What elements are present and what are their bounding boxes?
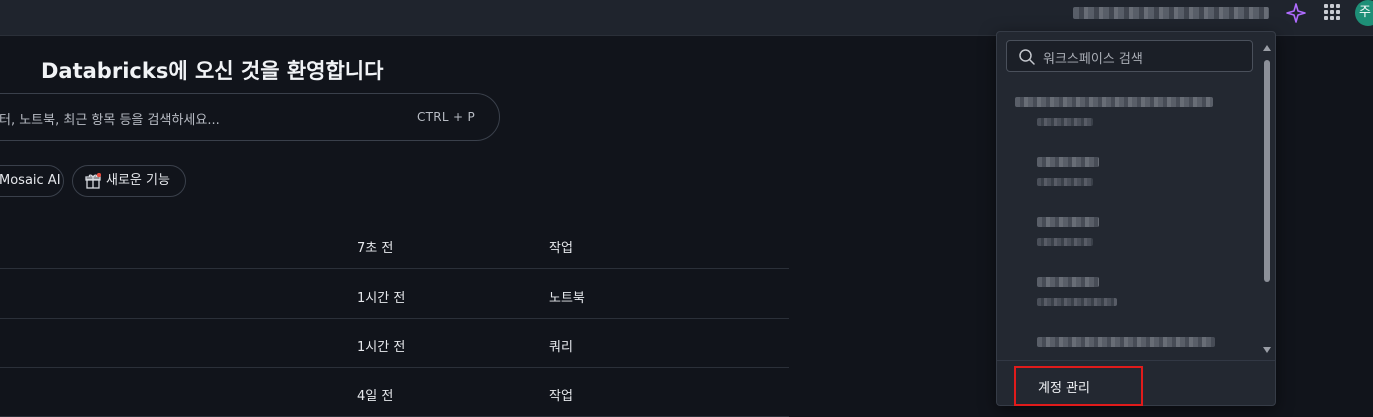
workspace-item[interactable] bbox=[997, 332, 1259, 358]
table-row[interactable]: 7초 전 작업 bbox=[0, 220, 789, 269]
row-type: 작업 bbox=[549, 389, 573, 404]
manage-account-label: 계정 관리 bbox=[1038, 381, 1090, 396]
redacted-workspace-name bbox=[1037, 277, 1099, 287]
search-icon bbox=[1019, 49, 1035, 65]
manage-account-button[interactable]: 계정 관리 bbox=[1014, 366, 1143, 406]
row-time: 1시간 전 bbox=[357, 340, 406, 355]
row-time: 1시간 전 bbox=[357, 291, 406, 306]
whats-new-chip[interactable]: 새로운 기능 bbox=[72, 165, 186, 197]
redacted-workspace-region bbox=[1037, 298, 1117, 306]
workspace-search-placeholder: 워크스페이스 검색 bbox=[1043, 52, 1143, 67]
sparkle-icon[interactable] bbox=[1286, 3, 1306, 23]
mosaic-ai-chip[interactable]: Mosaic AI bbox=[0, 165, 64, 197]
scroll-down-icon[interactable] bbox=[1263, 347, 1271, 353]
redacted-workspace-name bbox=[1015, 97, 1213, 107]
redacted-workspace-region bbox=[1037, 118, 1093, 126]
row-type: 노트북 bbox=[549, 291, 585, 306]
workspace-switcher-menu: 워크스페이스 검색 계정 관리 bbox=[996, 31, 1276, 406]
search-shortcut-hint: CTRL + P bbox=[416, 110, 475, 124]
workspace-item[interactable] bbox=[997, 212, 1259, 262]
redacted-workspace-name bbox=[1037, 217, 1099, 227]
scrollbar-thumb[interactable] bbox=[1264, 60, 1270, 282]
redacted-user-info bbox=[1073, 7, 1269, 19]
redacted-workspace-name bbox=[1037, 337, 1215, 347]
workspace-item[interactable] bbox=[997, 272, 1259, 322]
avatar[interactable]: 주 bbox=[1355, 0, 1373, 26]
chip-label: 새로운 기능 bbox=[106, 173, 170, 188]
redacted-workspace-name bbox=[1037, 157, 1099, 167]
redacted-workspace-region bbox=[1037, 238, 1093, 246]
table-row[interactable]: 1시간 전 노트북 bbox=[0, 270, 789, 319]
redacted-workspace-region bbox=[1037, 178, 1093, 186]
workspace-item[interactable] bbox=[997, 92, 1259, 142]
row-time: 7초 전 bbox=[357, 241, 394, 256]
page-title: Databricks에 오신 것을 환영합니다 bbox=[41, 59, 384, 83]
table-row[interactable]: 1시간 전 쿼리 bbox=[0, 319, 789, 368]
search-placeholder: 터, 노트북, 최근 항목 등을 검색하세요... bbox=[0, 113, 220, 128]
workspace-item[interactable] bbox=[997, 152, 1259, 202]
workspace-search-input[interactable]: 워크스페이스 검색 bbox=[1006, 40, 1253, 72]
chip-label: Mosaic AI bbox=[0, 173, 61, 188]
table-row[interactable]: 4일 전 작업 bbox=[0, 368, 789, 417]
scroll-up-icon[interactable] bbox=[1263, 45, 1271, 51]
row-time: 4일 전 bbox=[357, 389, 394, 404]
grid-apps-icon[interactable] bbox=[1324, 4, 1340, 20]
menu-divider bbox=[997, 360, 1275, 361]
global-search-input[interactable]: 터, 노트북, 최근 항목 등을 검색하세요... CTRL + P bbox=[0, 93, 500, 141]
row-type: 작업 bbox=[549, 241, 573, 256]
gift-icon bbox=[85, 173, 101, 189]
row-type: 쿼리 bbox=[549, 340, 573, 355]
